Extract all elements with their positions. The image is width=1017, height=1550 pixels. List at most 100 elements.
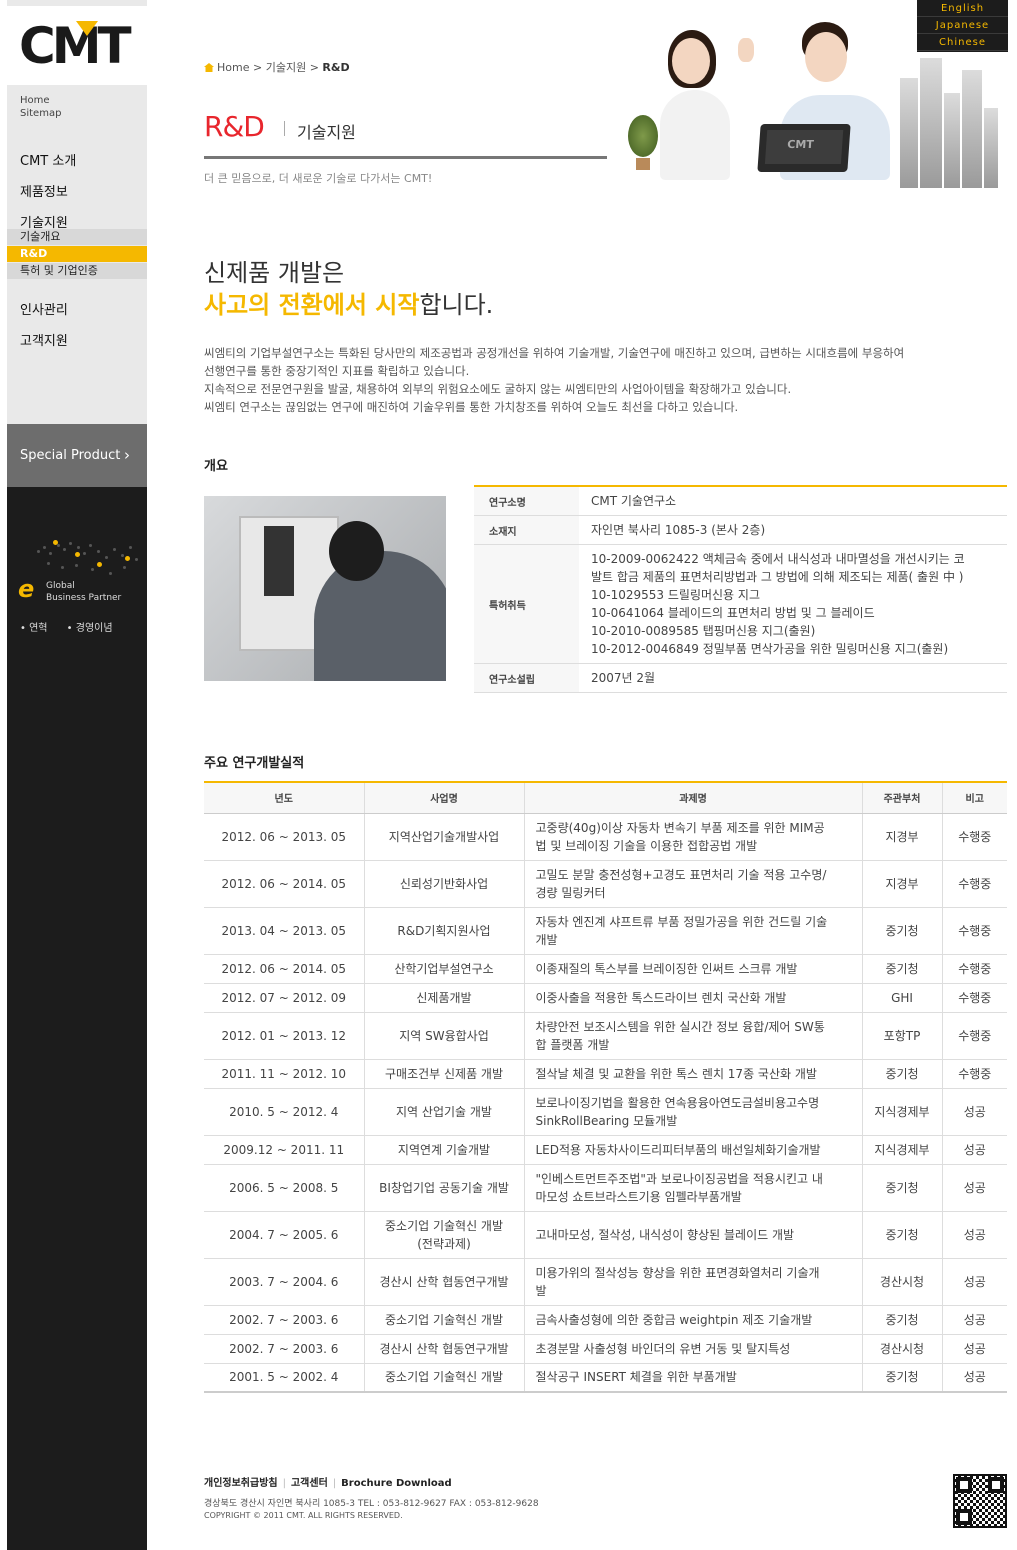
- sidebar-sub-tech-overview[interactable]: 기술개요: [7, 229, 147, 245]
- intro-paragraph-line: 씨엠티의 기업부설연구소는 특화된 당사만의 제조공법과 공정개선을 위하여 기…: [204, 346, 905, 360]
- cell-note: 수행중: [941, 813, 1007, 861]
- cell-project: 경산시 산학 협동연구개발: [363, 1334, 524, 1364]
- cell-project: 신제품개발: [363, 983, 524, 1013]
- plant-pot-graphic: [636, 158, 650, 170]
- plant-graphic: [628, 115, 658, 157]
- sidebar-item-hr[interactable]: 인사관리: [20, 299, 68, 318]
- overview-title: 개요: [204, 459, 228, 474]
- page-title-ko: 기술지원: [297, 123, 356, 142]
- sidebar-sub-patents[interactable]: 특허 및 기업인증: [7, 263, 147, 279]
- cell-dept: 경산시청: [861, 1334, 942, 1364]
- overview-value-line: 10-0641064 블레이드의 표면처리 방법 및 그 블레이드: [591, 606, 875, 620]
- cell-year: 2004. 7 ~ 2005. 6: [204, 1211, 364, 1259]
- cell-note: 성공: [941, 1211, 1007, 1259]
- cell-year: 2006. 5 ~ 2008. 5: [204, 1164, 364, 1212]
- cell-project-line: 신뢰성기반화사업: [399, 876, 489, 891]
- col-header-note: 비고: [941, 782, 1007, 814]
- cell-project: 구매조건부 신제품 개발: [363, 1059, 524, 1089]
- cell-task-line: 고중량(40g)이상 자동차 변속기 부품 제조를 위한 MIM공: [535, 820, 825, 835]
- table-row: 2002. 7 ~ 2003. 6 경산시 산학 협동연구개발 초경분말 사출성형 …: [204, 1334, 1007, 1364]
- cell-dept: 경산시청: [861, 1258, 942, 1306]
- cell-task-line: 금속사출성형에 의한 중합금 weightpin 제조 기술개발: [535, 1312, 813, 1327]
- sidebar-item-products[interactable]: 제품정보: [20, 181, 68, 200]
- cell-dept: 중기청: [861, 1363, 942, 1393]
- sidebar-util-sitemap[interactable]: Sitemap: [20, 108, 61, 119]
- cell-year: 2001. 5 ~ 2002. 4: [204, 1363, 364, 1393]
- overview-value-line: 10-2009-0062422 액체금속 중에서 내식성과 내마멸성을 개선시키…: [591, 552, 965, 566]
- overview-key: 연구소명: [474, 486, 579, 516]
- cell-project: 지역산업기술개발사업: [363, 813, 524, 861]
- cell-task-line: 절삭날 체결 및 교환을 위한 톡스 렌치 17종 국산화 개발: [535, 1066, 817, 1081]
- sidebar-item-about[interactable]: CMT 소개: [20, 150, 76, 169]
- col-header-year: 년도: [204, 782, 364, 814]
- cell-year: 2002. 7 ~ 2003. 6: [204, 1334, 364, 1364]
- cell-task: 금속사출성형에 의한 중합금 weightpin 제조 기술개발: [523, 1305, 862, 1335]
- table-row: 2002. 7 ~ 2003. 6 중소기업 기술혁신 개발 금속사출성형에 의한 …: [204, 1305, 1007, 1335]
- cell-task-line: 이중사출을 적용한 톡스드라이브 렌치 국산화 개발: [535, 990, 787, 1005]
- sidebar-menu-panel: CMT Home Sitemap CMT 소개 제품정보 기술지원 기술개요 R…: [7, 0, 147, 424]
- cmt-logo[interactable]: CMT: [19, 20, 132, 72]
- sidebar-sub-rnd[interactable]: R&D: [7, 246, 147, 262]
- footer-privacy-link[interactable]: 개인정보취급방침: [204, 1478, 278, 1489]
- cell-note: 수행중: [941, 1059, 1007, 1089]
- table-row: 2009.12 ~ 2011. 11 지역연계 기술개발 LED적용 자동차사이드리…: [204, 1135, 1007, 1165]
- intro-rest: 합니다.: [419, 291, 494, 319]
- title-underline: [204, 156, 607, 159]
- cell-year: 2002. 7 ~ 2003. 6: [204, 1305, 364, 1335]
- cell-year: 2012. 06 ~ 2013. 05: [204, 813, 364, 861]
- sidebar-item-customer[interactable]: 고객지원: [20, 330, 68, 349]
- cell-project: BI창업기업 공동기술 개발: [363, 1164, 524, 1212]
- global-text-line1: Global: [46, 581, 75, 591]
- cell-task: LED적용 자동차사이드리피터부품의 배선일체화기술개발: [523, 1135, 862, 1165]
- cell-task: 고내마모성, 절삭성, 내식성이 향상된 블레이드 개발: [523, 1211, 862, 1259]
- cell-project-line: 산학기업부설연구소: [394, 961, 494, 976]
- cell-project-line: 중소기업 기술혁신 개발: [384, 1218, 504, 1233]
- table-row: 2010. 5 ~ 2012. 4 지역 산업기술 개발 보로나이징기법을 활용한 …: [204, 1088, 1007, 1136]
- cell-note: 수행중: [941, 907, 1007, 955]
- breadcrumb-home[interactable]: Home: [217, 61, 249, 74]
- cell-dept: 중기청: [861, 1164, 942, 1212]
- cell-note: 성공: [941, 1305, 1007, 1335]
- breadcrumb-sep: >: [309, 61, 319, 74]
- sidebar-util-home[interactable]: Home: [20, 95, 50, 106]
- table-row: 2013. 04 ~ 2013. 05 R&D기획지원사업 자동차 엔진계 샤프트류…: [204, 907, 1007, 955]
- cell-note: 성공: [941, 1334, 1007, 1364]
- link-history[interactable]: • 연혁: [20, 623, 55, 634]
- intro-heading-line1: 신제품 개발은: [204, 259, 345, 287]
- header-illustration: CMT: [610, 0, 1010, 200]
- breadcrumb-tech[interactable]: 기술지원: [266, 61, 306, 74]
- cell-project-line: 경산시 산학 협동연구개발: [379, 1341, 509, 1356]
- cell-year: 2012. 06 ~ 2014. 05: [204, 860, 364, 908]
- page-title-en: R&D: [204, 110, 265, 143]
- qr-code-icon: [953, 1474, 1007, 1528]
- cell-year: 2010. 5 ~ 2012. 4: [204, 1088, 364, 1136]
- footer-brochure-link[interactable]: Brochure Download: [341, 1478, 452, 1489]
- cell-note: 성공: [941, 1088, 1007, 1136]
- cell-project-line: 지역 SW융합사업: [399, 1028, 489, 1043]
- cell-year: 2011. 11 ~ 2012. 10: [204, 1059, 364, 1089]
- footer-customer-link[interactable]: 고객센터: [291, 1478, 328, 1489]
- special-product-label: Special Product: [20, 448, 121, 463]
- cell-task-line: 절삭공구 INSERT 체결을 위한 부품개발: [535, 1370, 737, 1385]
- results-header-row: 년도 사업명 과제명 주관부처 비고: [204, 782, 1007, 814]
- cell-task: 이중사출을 적용한 톡스드라이브 렌치 국산화 개발: [523, 983, 862, 1013]
- cell-note: 수행중: [941, 983, 1007, 1013]
- overview-value: 2007년 2월: [579, 663, 1007, 693]
- title-divider: [284, 121, 285, 136]
- overview-value: CMT 기술연구소: [579, 486, 1007, 516]
- cell-dept: 중기청: [861, 1305, 942, 1335]
- cell-task-line: 초경분말 사출성형 바인더의 유변 거동 및 탈지특성: [535, 1341, 791, 1356]
- link-philosophy[interactable]: • 경영이념: [67, 623, 121, 634]
- special-product-button[interactable]: Special Product ›: [7, 424, 147, 487]
- cell-task: "인베스트먼트주조법"과 보로나이징공법을 적용시킨고 내 마모성 쇼트브라스트기…: [523, 1164, 862, 1212]
- intro-highlight: 사고의 전환에서 시작: [204, 291, 420, 319]
- cell-project-line: BI창업기업 공동기술 개발: [379, 1180, 509, 1195]
- table-row: 2003. 7 ~ 2004. 6 경산시 산학 협동연구개발 미용가위의 절삭성능…: [204, 1258, 1007, 1306]
- results-table: 년도 사업명 과제명 주관부처 비고 2012. 06 ~ 2013. 05 지역…: [204, 781, 1007, 1393]
- cell-project: 지역 산업기술 개발: [363, 1088, 524, 1136]
- cell-task-line: LED적용 자동차사이드리피터부품의 배선일체화기술개발: [535, 1142, 821, 1157]
- cell-year: 2009.12 ~ 2011. 11: [204, 1135, 364, 1165]
- cell-task-line: 발: [535, 1283, 547, 1298]
- cell-project-line: 구매조건부 신제품 개발: [384, 1066, 504, 1081]
- overview-value-line: 발트 합금 제품의 표면처리방법과 그 방법에 의해 제조되는 제품( 출원 中…: [591, 570, 964, 584]
